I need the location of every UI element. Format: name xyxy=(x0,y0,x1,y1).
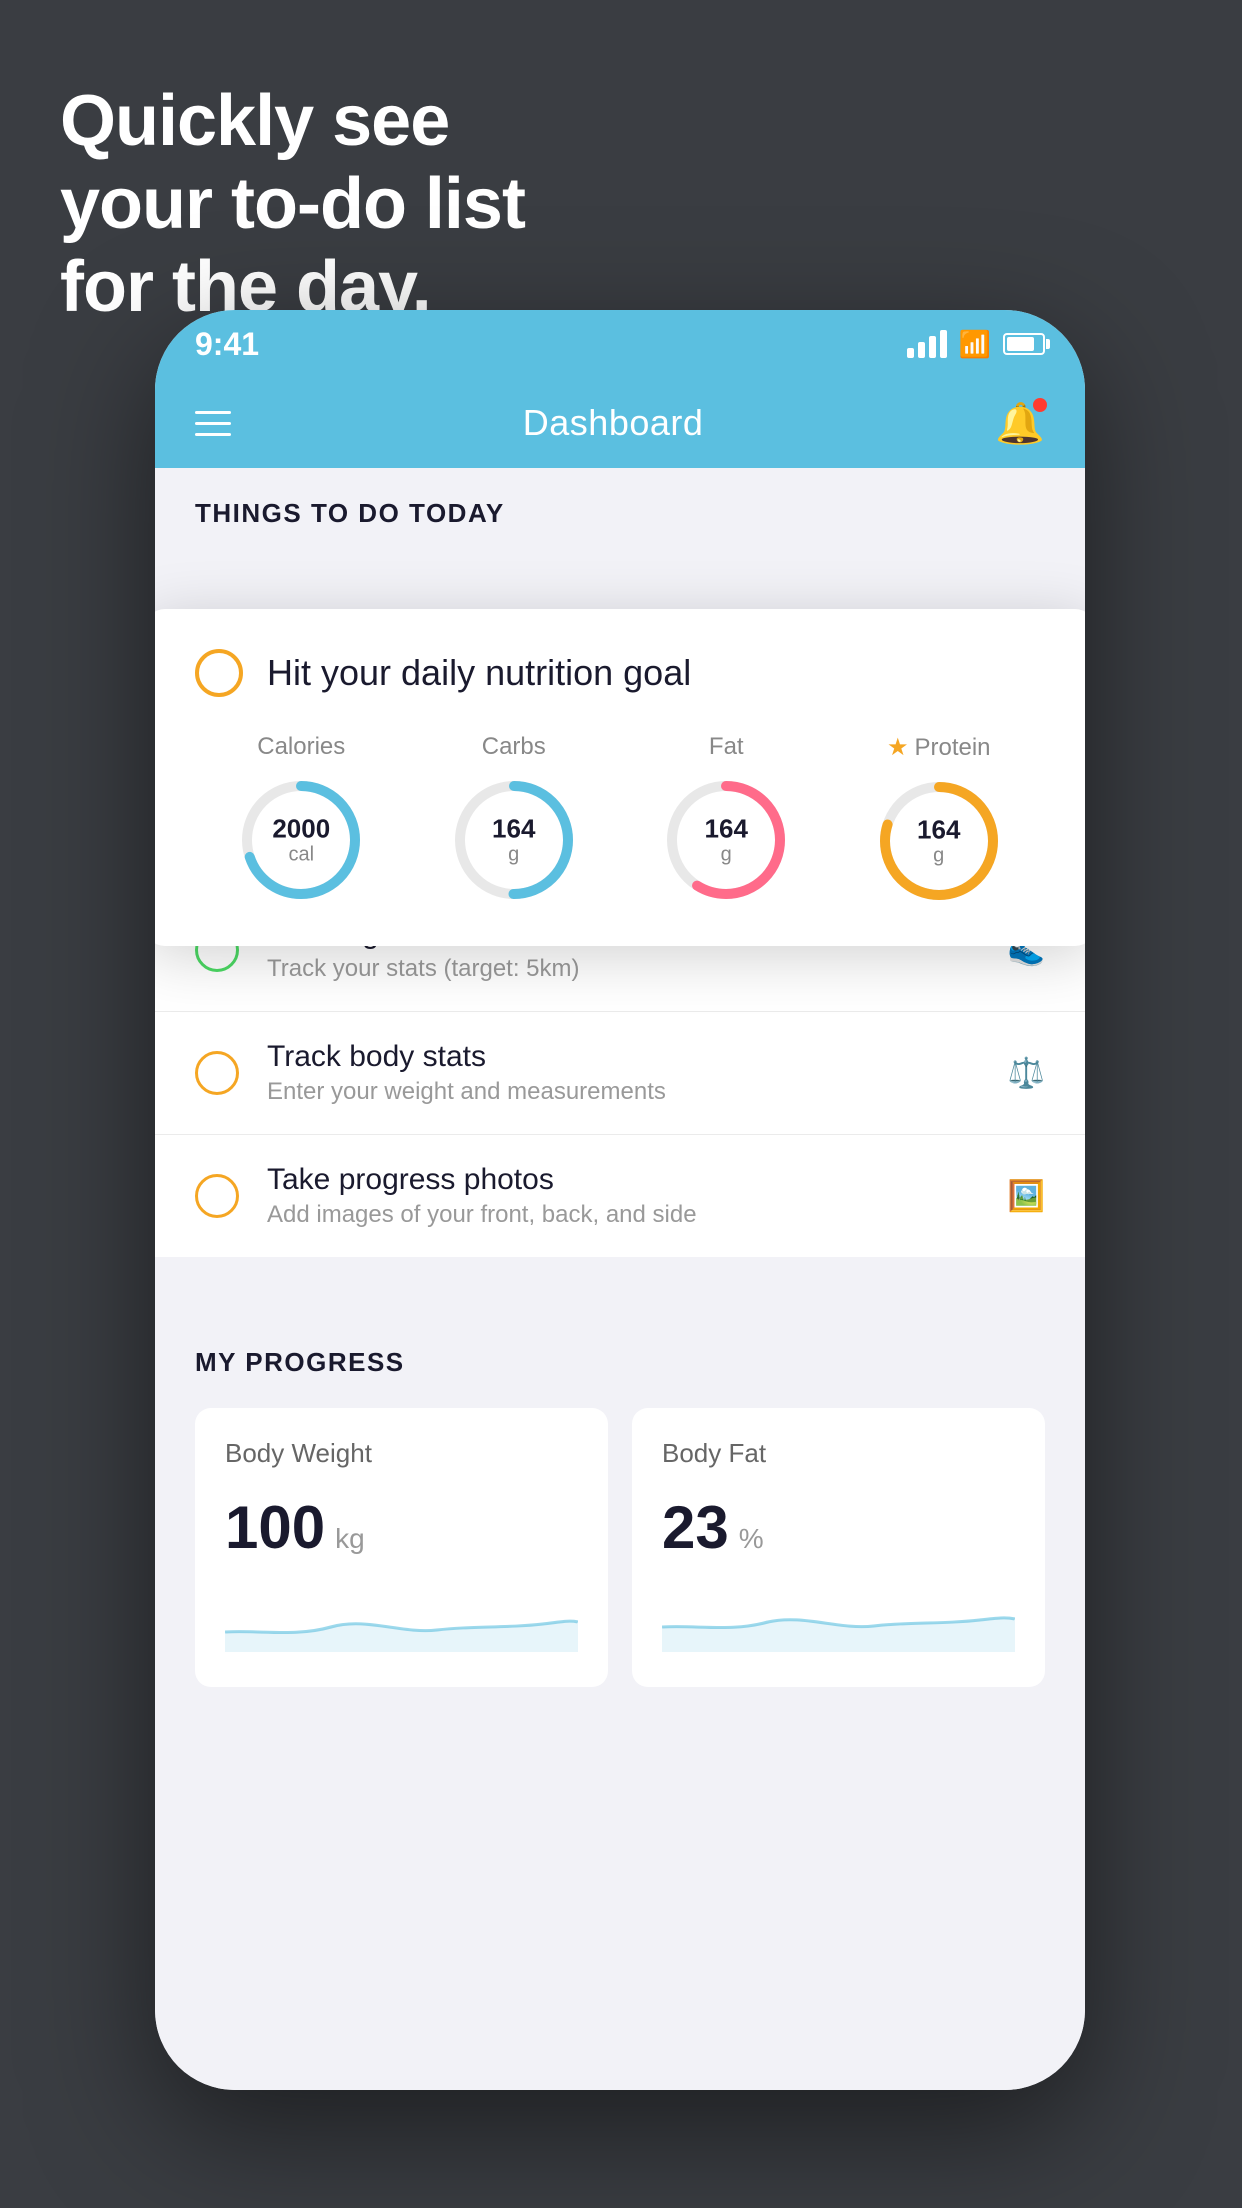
progress-photos-circle xyxy=(195,1174,239,1218)
hero-line1: Quickly see xyxy=(60,80,525,163)
carbs-donut: 164 g xyxy=(449,775,579,905)
fat-label: Fat xyxy=(709,733,744,761)
body-fat-unit: % xyxy=(739,1523,764,1555)
fat-item: Fat 164 g xyxy=(661,733,791,905)
progress-section: MY PROGRESS Body Weight 100 kg B xyxy=(155,1317,1085,1687)
todo-item-body-stats[interactable]: Track body stats Enter your weight and m… xyxy=(155,1012,1085,1135)
body-weight-card[interactable]: Body Weight 100 kg xyxy=(195,1408,608,1687)
calories-value: 2000 xyxy=(272,815,330,844)
calories-unit: cal xyxy=(272,843,330,865)
phone-shell: 9:41 📶 Dashboard 🔔 xyxy=(155,310,1085,2090)
todo-item-progress-photos[interactable]: Take progress photos Add images of your … xyxy=(155,1135,1085,1257)
notification-bell-button[interactable]: 🔔 xyxy=(995,400,1045,447)
body-fat-sparkline xyxy=(662,1592,1015,1652)
scale-icon: ⚖️ xyxy=(1008,1056,1045,1091)
body-fat-card[interactable]: Body Fat 23 % xyxy=(632,1408,1045,1687)
fat-donut: 164 g xyxy=(661,775,791,905)
progress-photos-text: Take progress photos Add images of your … xyxy=(267,1163,980,1229)
progress-photos-subtitle: Add images of your front, back, and side xyxy=(267,1201,980,1229)
navbar: Dashboard 🔔 xyxy=(155,378,1085,468)
battery-icon xyxy=(1003,333,1045,355)
body-weight-value: 100 xyxy=(225,1493,325,1562)
goal-status-circle xyxy=(195,649,243,697)
carbs-unit: g xyxy=(492,843,535,865)
signal-icon xyxy=(907,330,947,358)
status-icons: 📶 xyxy=(907,329,1045,360)
carbs-value: 164 xyxy=(492,815,535,844)
nutrition-card-title: Hit your daily nutrition goal xyxy=(267,652,691,694)
body-fat-value-row: 23 % xyxy=(662,1493,1015,1562)
status-bar: 9:41 📶 xyxy=(155,310,1085,378)
calories-label: Calories xyxy=(257,733,345,761)
progress-section-title: MY PROGRESS xyxy=(195,1347,1045,1378)
fat-value: 164 xyxy=(705,815,748,844)
notification-badge xyxy=(1033,398,1047,412)
body-weight-unit: kg xyxy=(335,1523,365,1555)
protein-donut: 164 g xyxy=(874,776,1004,906)
calories-donut: 2000 cal xyxy=(236,775,366,905)
nutrition-row: Calories 2000 cal xyxy=(195,733,1045,906)
body-stats-title: Track body stats xyxy=(267,1040,980,1074)
spacer xyxy=(155,1257,1085,1317)
body-fat-card-title: Body Fat xyxy=(662,1438,1015,1469)
progress-cards: Body Weight 100 kg Body Fat 23 % xyxy=(195,1408,1045,1687)
body-stats-subtitle: Enter your weight and measurements xyxy=(267,1078,980,1106)
protein-value: 164 xyxy=(917,816,960,845)
photo-icon: 🖼️ xyxy=(1008,1179,1045,1214)
body-fat-value: 23 xyxy=(662,1493,729,1562)
carbs-label: Carbs xyxy=(482,733,546,761)
hero-line2: your to-do list xyxy=(60,163,525,246)
body-weight-card-title: Body Weight xyxy=(225,1438,578,1469)
hero-text: Quickly see your to-do list for the day. xyxy=(60,80,525,328)
protein-unit: g xyxy=(917,844,960,866)
hamburger-menu-button[interactable] xyxy=(195,411,231,436)
body-stats-circle xyxy=(195,1051,239,1095)
navbar-title: Dashboard xyxy=(523,402,704,444)
calories-item: Calories 2000 cal xyxy=(236,733,366,905)
body-weight-value-row: 100 kg xyxy=(225,1493,578,1562)
things-section-title: THINGS TO DO TODAY xyxy=(195,498,505,528)
card-title-row: Hit your daily nutrition goal xyxy=(195,649,1045,697)
wifi-icon: 📶 xyxy=(959,329,991,360)
running-subtitle: Track your stats (target: 5km) xyxy=(267,955,980,983)
nutrition-card: Hit your daily nutrition goal Calories xyxy=(155,609,1085,946)
progress-photos-title: Take progress photos xyxy=(267,1163,980,1197)
star-icon: ★ xyxy=(887,733,909,762)
content-area: THINGS TO DO TODAY Hit your daily nutrit… xyxy=(155,468,1085,2090)
carbs-item: Carbs 164 g xyxy=(449,733,579,905)
protein-item: ★ Protein 164 g xyxy=(874,733,1004,906)
body-weight-sparkline xyxy=(225,1592,578,1652)
body-stats-text: Track body stats Enter your weight and m… xyxy=(267,1040,980,1106)
protein-label: ★ Protein xyxy=(887,733,991,762)
things-section-header: THINGS TO DO TODAY xyxy=(155,468,1085,549)
status-time: 9:41 xyxy=(195,326,259,363)
fat-unit: g xyxy=(705,843,748,865)
